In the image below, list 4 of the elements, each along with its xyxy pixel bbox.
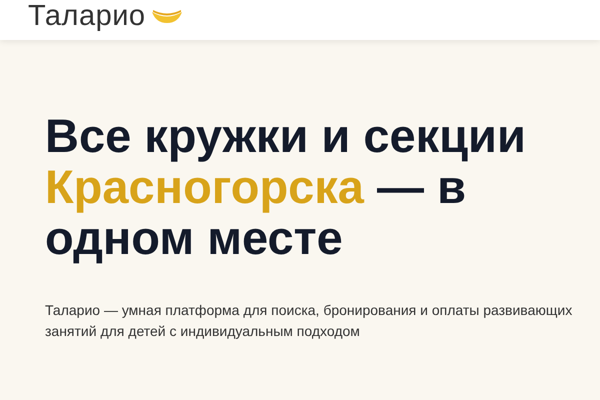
logo-icon: [150, 8, 184, 24]
hero-heading: Все кружки и секции Красногорска — в одном месте: [45, 110, 527, 263]
logo-text[interactable]: Таларио: [28, 2, 146, 31]
hero-subtitle: Таларио — умная платформа для поиска, бронирования и оплаты развивающих занятий для детей с индивидуальным подходом: [45, 301, 574, 341]
